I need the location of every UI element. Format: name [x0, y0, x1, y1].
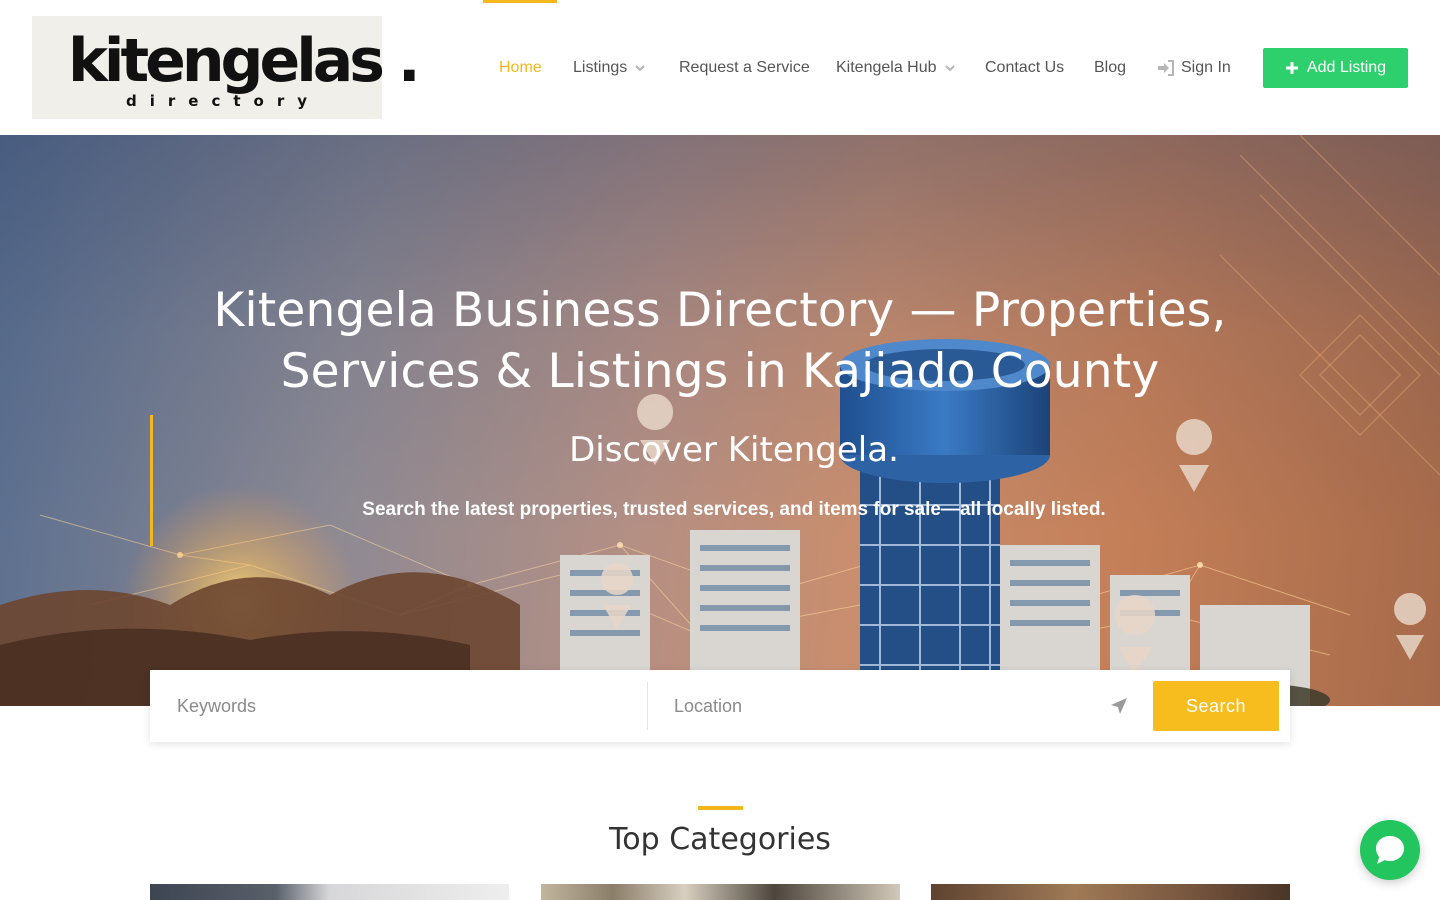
- site-header: kitengelas . directory Home Listings Req…: [0, 0, 1440, 135]
- nav-home-label: Home: [499, 59, 542, 76]
- add-listing-label: Add Listing: [1306, 59, 1387, 76]
- nav-contact-us[interactable]: Contact Us: [985, 57, 1064, 79]
- category-card[interactable]: [541, 884, 900, 900]
- nav-blog[interactable]: Blog: [1094, 57, 1126, 79]
- hero-banner: Kitengela Business Directory — Propertie…: [0, 135, 1440, 706]
- category-card[interactable]: [150, 884, 509, 900]
- nav-listings[interactable]: Listings: [573, 57, 647, 79]
- hero-description: Search the latest properties, trusted se…: [362, 499, 1106, 520]
- nav-sign-in[interactable]: Sign In: [1157, 57, 1231, 79]
- nav-listings-label: Listings: [573, 59, 628, 76]
- category-card[interactable]: [931, 884, 1290, 900]
- nav-active-indicator: [483, 0, 557, 3]
- add-listing-button[interactable]: Add Listing: [1263, 48, 1408, 88]
- hero-title: Kitengela Business Directory — Propertie…: [213, 283, 1227, 399]
- chat-bubble-icon: [1376, 836, 1404, 864]
- section-accent-bar: [698, 806, 743, 810]
- nav-kitengela-hub-label: Kitengela Hub: [836, 59, 937, 76]
- hero-background-image: [0, 135, 1440, 706]
- location-input[interactable]: [648, 670, 1108, 742]
- nav-contact-us-label: Contact Us: [985, 59, 1065, 76]
- keywords-input[interactable]: [150, 670, 647, 742]
- nav-sign-in-label: Sign In: [1181, 59, 1231, 76]
- main-nav: Home Listings Request a Service Kitengel…: [0, 0, 1440, 135]
- search-bar: Search: [150, 670, 1290, 742]
- hero-subtitle: Discover Kitengela.: [569, 430, 899, 470]
- chevron-down-icon: [635, 65, 645, 72]
- nav-request-service[interactable]: Request a Service: [679, 57, 810, 79]
- plus-icon: [1285, 62, 1298, 74]
- chevron-down-icon: [944, 65, 955, 72]
- chat-widget-button[interactable]: [1360, 820, 1420, 880]
- location-arrow-icon[interactable]: [1109, 696, 1129, 716]
- nav-blog-label: Blog: [1094, 59, 1127, 76]
- nav-home[interactable]: Home: [499, 57, 542, 79]
- top-categories-title: Top Categories: [609, 822, 831, 857]
- search-button-label: Search: [1185, 695, 1247, 716]
- sign-in-icon: [1158, 60, 1174, 76]
- nav-kitengela-hub[interactable]: Kitengela Hub: [836, 57, 957, 79]
- search-button[interactable]: Search: [1153, 681, 1279, 731]
- nav-request-service-label: Request a Service: [679, 59, 810, 76]
